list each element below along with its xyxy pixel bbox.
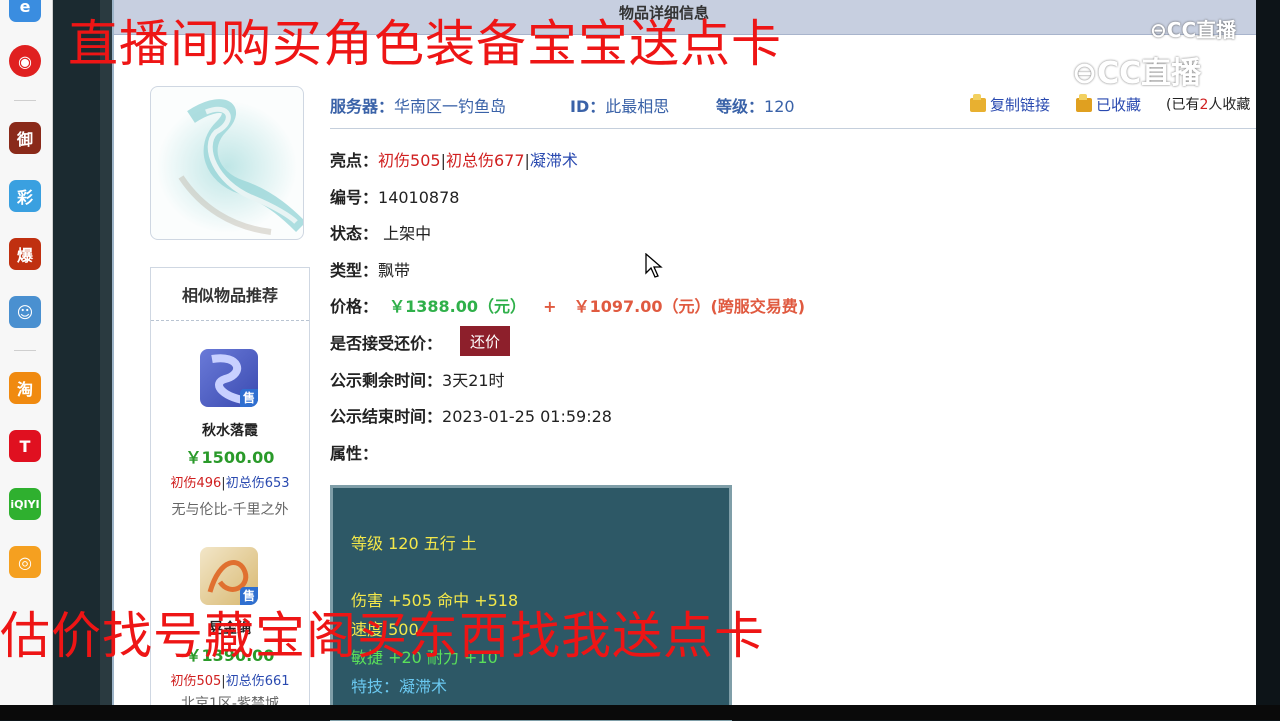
status-row: 状态： 上架中 [330, 220, 431, 244]
copy-icon [970, 94, 986, 112]
tag-initial-damage: 初伤505 [170, 674, 222, 689]
similar-item-image[interactable]: 售 [200, 349, 258, 407]
attr-level-element: 等级 120 五行 土 [351, 534, 477, 553]
price-label: 价格： [330, 297, 379, 316]
mouse-cursor-icon [645, 253, 663, 278]
cc-logo-text: CC直播 [1097, 56, 1202, 91]
end-time-value: 2023-01-25 01:59:28 [442, 407, 612, 426]
stream-overlay-top: 直播间购买角色装备宝宝送点卡 [68, 15, 782, 73]
taobao-icon[interactable]: 淘 [9, 372, 41, 404]
music-icon[interactable]: ◉ [9, 45, 41, 77]
tmall-icon[interactable]: T [9, 430, 41, 462]
status-label: 状态： [330, 224, 379, 243]
end-time-row: 公示结束时间：2023-01-25 01:59:28 [330, 403, 612, 427]
number-row: 编号：14010878 [330, 184, 459, 208]
similar-item-server: 无与伦比-千里之外 [171, 502, 289, 518]
sidebar-divider [14, 350, 36, 351]
divider [151, 320, 309, 322]
game-bao-icon[interactable]: 爆 [9, 238, 41, 270]
similar-item-price: ￥1500.00 [185, 448, 275, 467]
type-label: 类型： [330, 261, 379, 280]
price-main: ￥1388.00（元） [389, 297, 526, 316]
id-label: ID： [570, 97, 606, 116]
price-row: 价格： ￥1388.00（元） + ￥1097.00（元）(跨服交易费) [330, 293, 805, 317]
weibo-icon[interactable]: ◎ [9, 546, 41, 578]
end-time-label: 公示结束时间： [330, 407, 443, 426]
attr-special-skill: 特技：凝滞术 [351, 677, 448, 696]
id-value: 此最相思 [605, 97, 670, 116]
favorite-icon [1076, 94, 1092, 112]
bargain-button[interactable]: 还价 [460, 326, 510, 356]
attribute-row: 属性： [330, 440, 378, 464]
favorite-count-suffix: 人收藏 [1208, 97, 1251, 113]
highlight-skill[interactable]: 凝滞术 [530, 151, 578, 170]
price-plus: + [543, 297, 557, 316]
cc-live-logo-large: ⊖CC直播 [1072, 48, 1201, 92]
type-row: 类型：飘带 [330, 257, 410, 281]
copy-link-button[interactable]: 复制链接 [970, 94, 1050, 115]
remaining-time-label: 公示剩余时间： [330, 371, 443, 390]
game-cai-icon[interactable]: 彩 [9, 180, 41, 212]
ribbon-item-icon [157, 99, 303, 235]
bargain-row: 是否接受还价： [330, 330, 442, 354]
game-kids-icon[interactable]: ☺ [9, 296, 41, 328]
level-info: 等级：120 [716, 93, 795, 117]
number-label: 编号： [330, 188, 379, 207]
highlight-row: 亮点：初伤505|初总伤677|凝滞术 [330, 147, 578, 171]
tag-initial-damage: 初伤496 [170, 476, 222, 491]
cc-logo-icon: ⊖ [1150, 18, 1167, 42]
stream-overlay-bottom: 估价找号藏宝阁买东西找我送点卡 [0, 607, 765, 665]
server-info: 服务器：华南区一钓鱼岛 [330, 93, 506, 117]
iqiyi-icon[interactable]: iQIYI [9, 488, 41, 520]
item-image [150, 86, 304, 240]
similar-items-title: 相似物品推荐 [181, 286, 278, 305]
copy-link-label: 复制链接 [990, 96, 1051, 114]
cc-logo-icon: ⊖ [1072, 56, 1098, 91]
number-value: 14010878 [378, 188, 460, 207]
sale-badge: 售 [240, 389, 258, 407]
favorite-count: (已有2人收藏 [1166, 94, 1250, 114]
id-info: ID：此最相思 [570, 93, 669, 117]
remaining-time-row: 公示剩余时间：3天21时 [330, 367, 505, 391]
scrollbar[interactable] [1256, 0, 1280, 705]
divider [330, 128, 1256, 129]
bottom-bar [0, 705, 1280, 720]
similar-item-tags: 初伤505|初总伤661 [151, 670, 309, 689]
similar-item-name[interactable]: 秋水落霞 [151, 420, 309, 440]
type-value: 飘带 [378, 261, 411, 280]
server-label: 服务器： [330, 97, 395, 116]
favorite-button[interactable]: 已收藏 [1076, 94, 1141, 115]
game-icon[interactable]: 御 [9, 122, 41, 154]
favorite-label: 已收藏 [1096, 96, 1142, 114]
level-value: 120 [764, 97, 795, 116]
attribute-label: 属性： [330, 444, 379, 463]
similar-item-tags: 初伤496|初总伤653 [151, 472, 309, 491]
cc-live-logo-small: ⊖CC直播 [1150, 14, 1236, 43]
tag-total-damage: 初总伤653 [225, 476, 290, 491]
server-value: 华南区一钓鱼岛 [394, 97, 507, 116]
highlight-initial-damage[interactable]: 初伤505 [378, 151, 441, 170]
remaining-time-value: 3天21时 [442, 371, 505, 390]
highlight-total-damage[interactable]: 初总伤677 [446, 151, 525, 170]
sidebar-divider [14, 100, 36, 101]
status-value: 上架中 [383, 224, 432, 243]
price-fee: ￥1097.00（元）(跨服交易费) [573, 297, 806, 316]
favorite-count-prefix: (已有 [1166, 97, 1200, 113]
bargain-label: 是否接受还价： [330, 334, 443, 353]
tag-total-damage: 初总伤661 [225, 674, 290, 689]
level-label: 等级： [716, 97, 765, 116]
browser-icon[interactable]: e [9, 0, 41, 22]
cc-logo-text: CC直播 [1166, 18, 1237, 42]
highlight-label: 亮点： [330, 151, 379, 170]
